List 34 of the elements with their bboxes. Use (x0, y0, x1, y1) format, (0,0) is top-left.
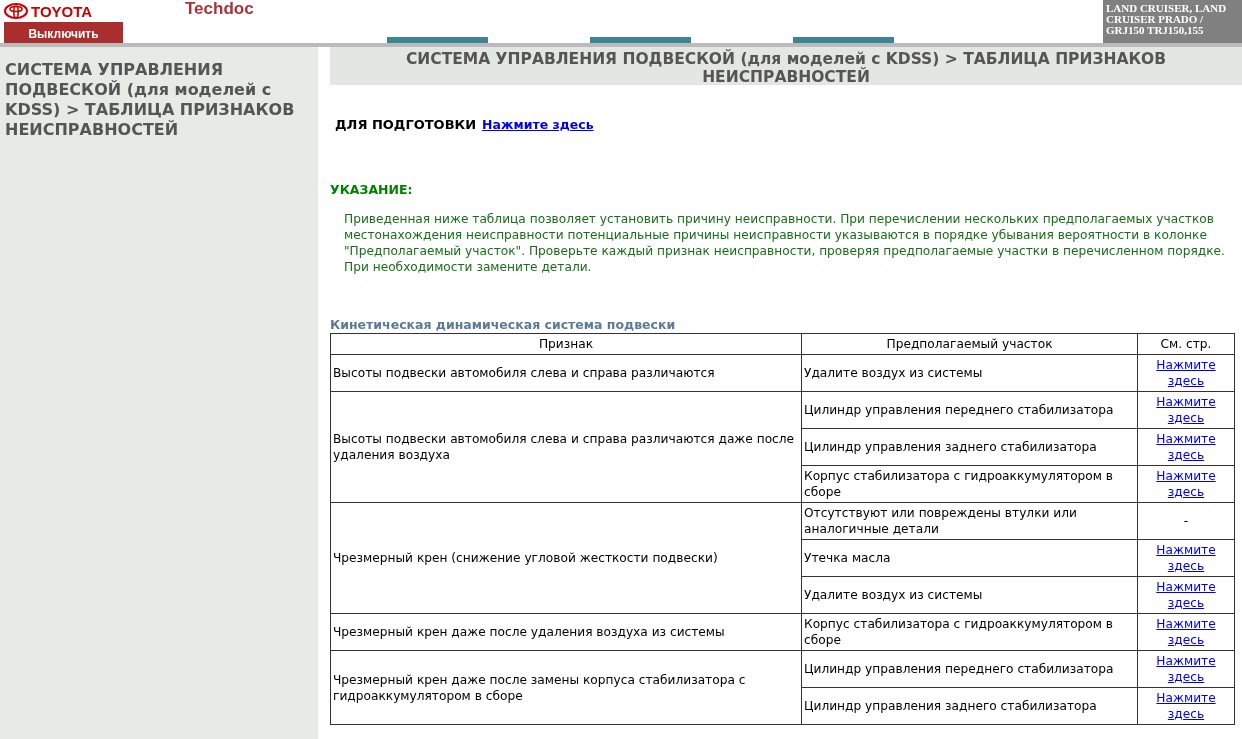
nav-button[interactable] (387, 37, 488, 43)
part-cell: Утечка масла (801, 539, 1138, 577)
sidebar-title: СИСТЕМА УПРАВЛЕНИЯ ПОДВЕСКОЙ (для моделей с KDSS) > ТАБЛИЦА ПРИЗНАКОВ НЕИСПРАВНОСТЕЙ (5, 60, 296, 140)
vehicle-label: LAND CRUISER, LAND CRUISER PRADO / GRJ150 TRJ150,155 (1103, 0, 1242, 43)
part-cell: Цилиндр управления заднего стабилизатора (801, 428, 1138, 466)
symptom-cell: Чрезмерный крен (снижение угловой жесткости подвески) (330, 502, 802, 614)
part-cell: Удалите воздух из системы (801, 576, 1138, 614)
part-cell: Удалите воздух из системы (801, 354, 1138, 392)
nav-button[interactable] (793, 37, 894, 43)
symptom-cell: Чрезмерный крен даже после замены корпуса стабилизатора с гидроаккумулятором в сборе (330, 650, 802, 725)
hint-heading: УКАЗАНИЕ: (330, 182, 414, 197)
brand-name: TOYOTA (31, 2, 93, 20)
part-cell: Цилиндр управления заднего стабилизатора (801, 687, 1138, 725)
table-caption: Кинетическая динамическая система подвески (330, 317, 677, 332)
part-cell: Корпус стабилизатора с гидроаккумулятором в сборе (801, 465, 1138, 503)
part-cell: Цилиндр управления переднего стабилизатора (801, 650, 1138, 688)
part-cell: Корпус стабилизатора с гидроаккумулятором в сборе (801, 613, 1138, 651)
symptom-cell: Высоты подвески автомобиля слева и справа различаются (330, 354, 802, 392)
prep-label: ДЛЯ ПОДГОТОВКИ (335, 117, 477, 132)
prep-link[interactable]: Нажмите здесь (482, 117, 594, 132)
page-title: СИСТЕМА УПРАВЛЕНИЯ ПОДВЕСКОЙ (для моделей с KDSS) > ТАБЛИЦА ПРИЗНАКОВ НЕИСПРАВНОСТЕЙ (330, 47, 1242, 85)
part-cell: Отсутствуют или повреждены втулки или аналогичные детали (801, 502, 1138, 540)
app-title: Techdoc (185, 0, 254, 17)
logo-icon (4, 3, 28, 19)
ref-cell: - (1137, 502, 1235, 540)
symptom-cell: Чрезмерный крен даже после удаления воздуха из системы (330, 613, 802, 651)
column-header: См. стр. (1137, 333, 1235, 355)
nav-button[interactable] (590, 37, 691, 43)
column-header: Предполагаемый участок (801, 333, 1138, 355)
column-header: Признак (330, 333, 802, 355)
part-cell: Цилиндр управления переднего стабилизатора (801, 391, 1138, 429)
hint-text: Приведенная ниже таблица позволяет установить причину неисправности. При перечислении нескольких предполагаемых участков местонахождения неисправности потенциальные причины неисправности указываются в порядке убывания вероятности в колонке "Предполагаемый участок". Проверьте каждый признак неисправности, проверяя предполагаемые участки в перечисленном порядке. При необходимости замените детали. (344, 211, 1226, 275)
toggle-button[interactable]: Выключить (4, 22, 123, 43)
symptom-cell: Высоты подвески автомобиля слева и справа различаются даже после удаления воздуха (330, 391, 802, 503)
